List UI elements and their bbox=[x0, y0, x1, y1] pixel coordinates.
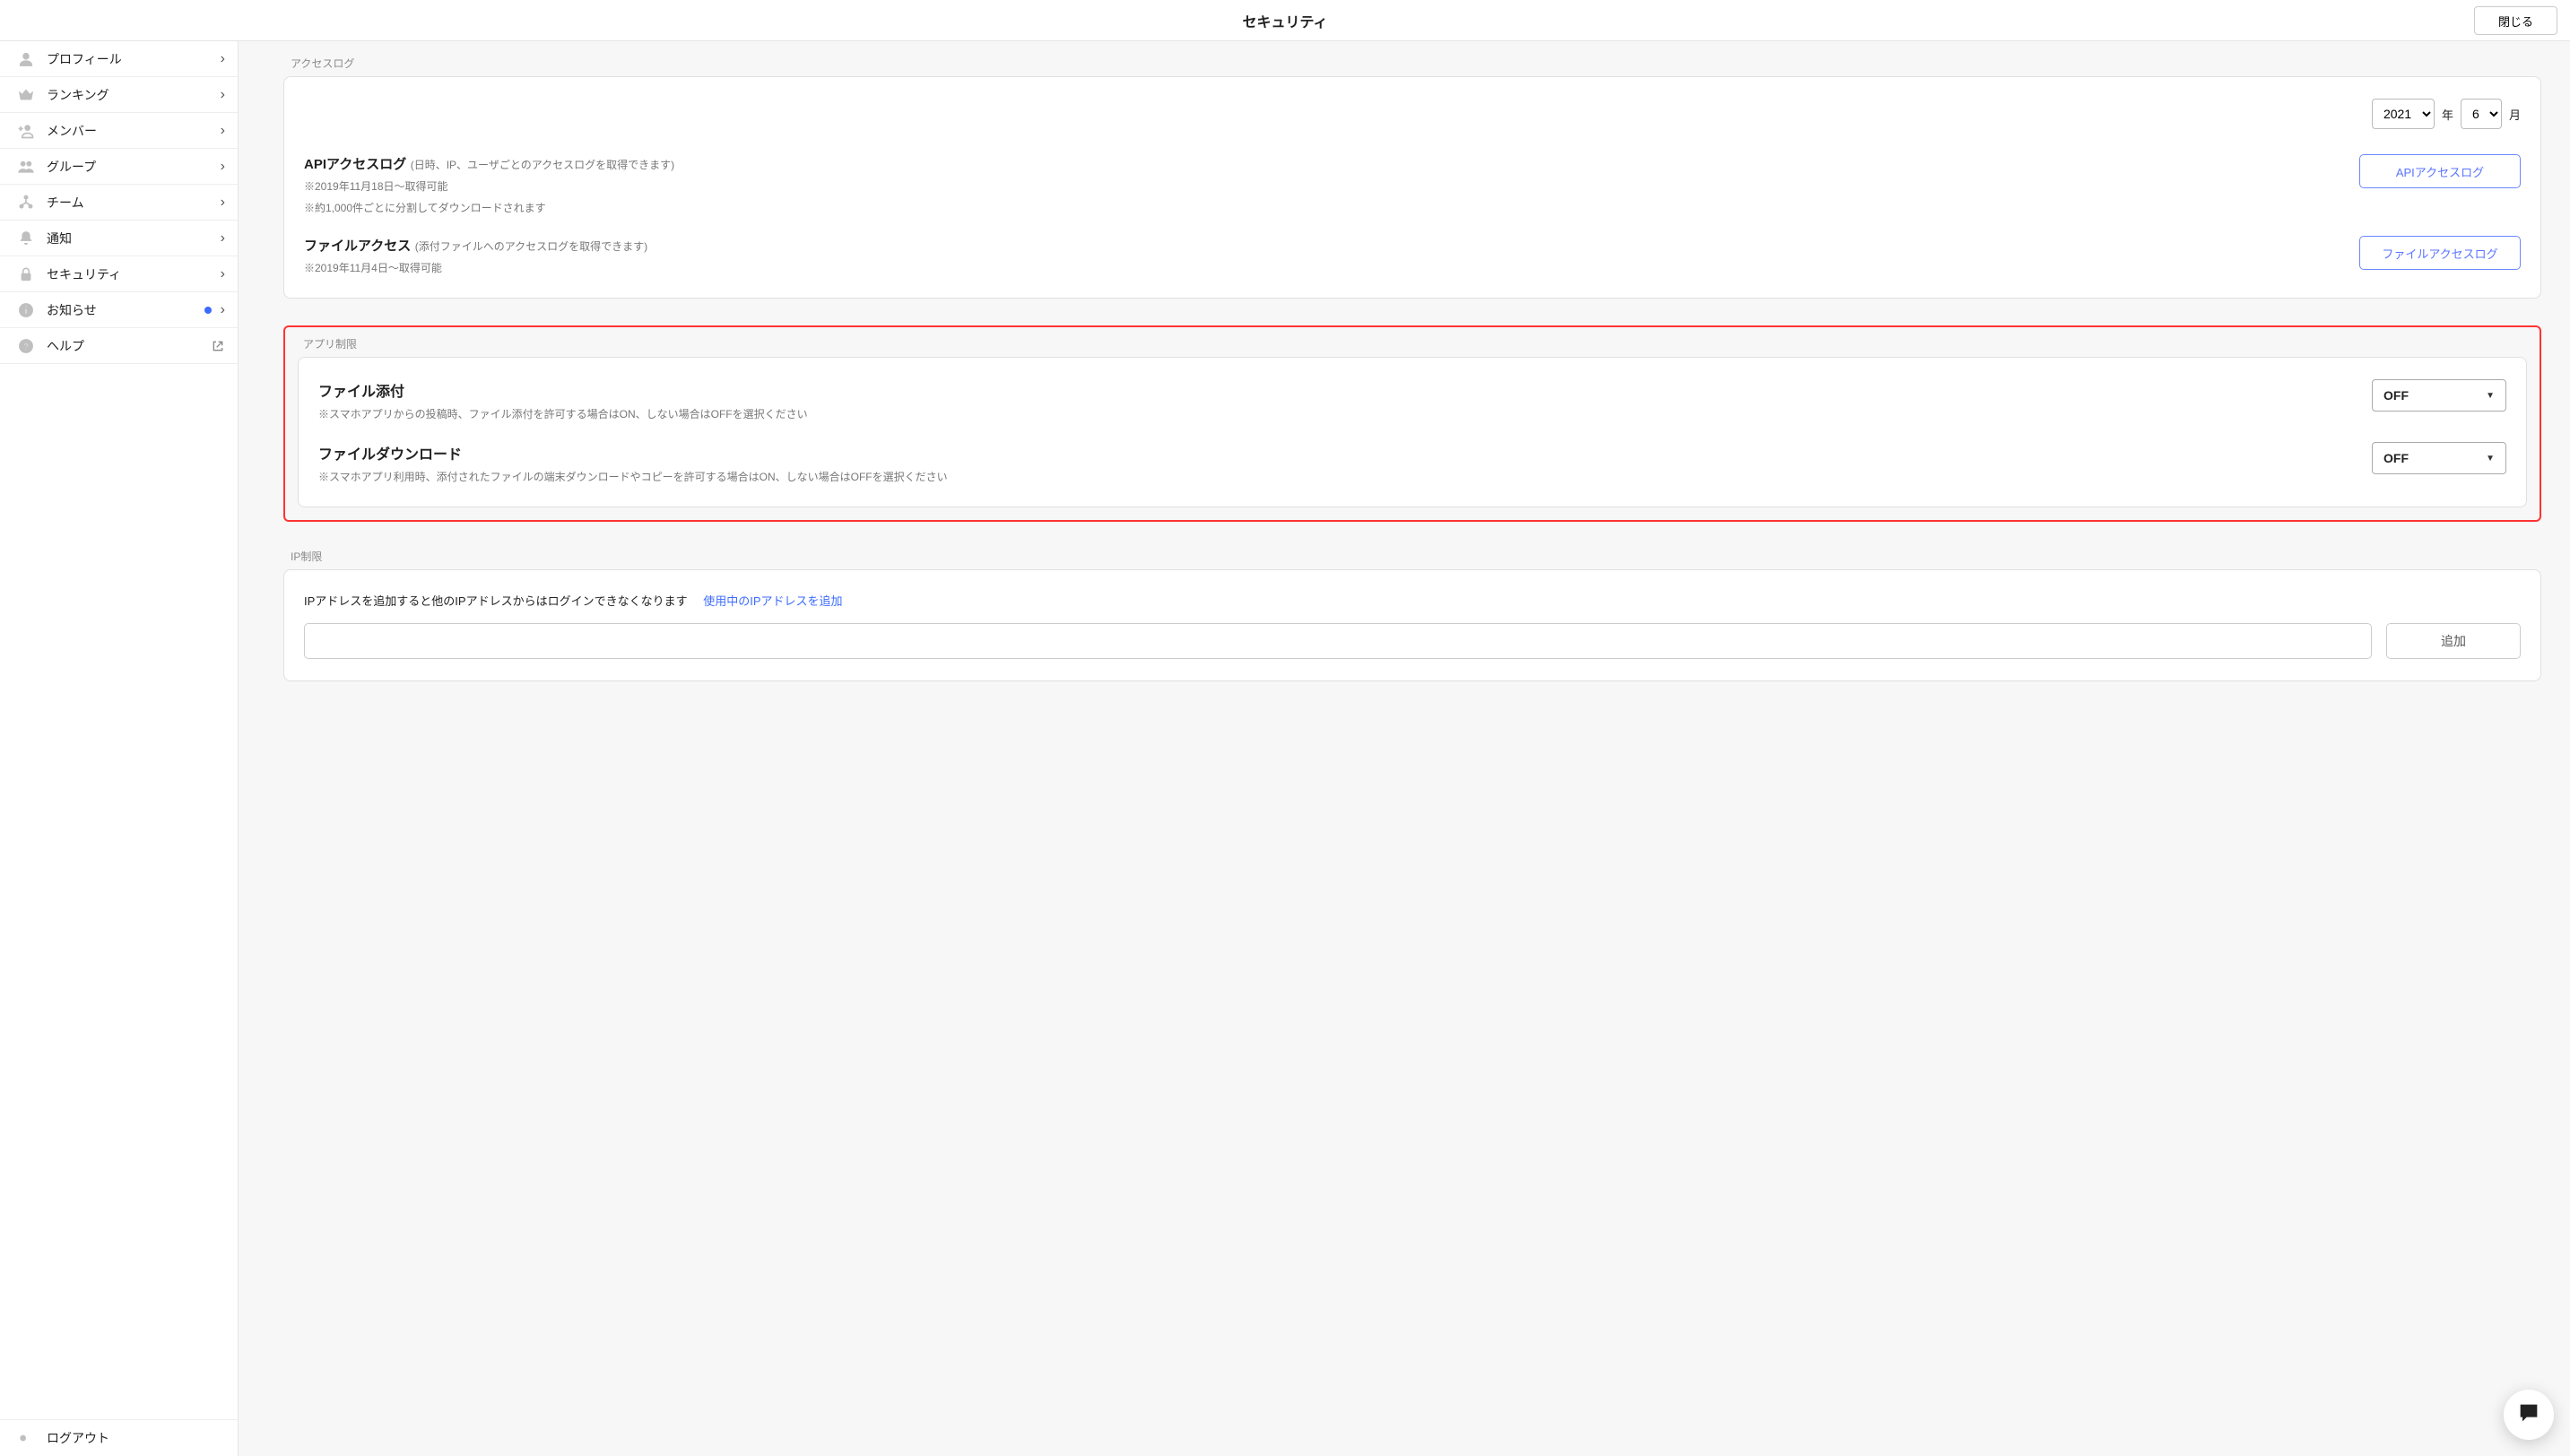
external-link-icon bbox=[211, 339, 225, 353]
lock-icon bbox=[16, 264, 36, 284]
dropdown-triangle-icon: ▼ bbox=[2486, 391, 2495, 401]
person-icon bbox=[16, 49, 36, 69]
sidebar-item-label: チーム bbox=[47, 194, 221, 212]
year-suffix: 年 bbox=[2442, 106, 2453, 123]
month-suffix: 月 bbox=[2509, 106, 2521, 123]
file-attach-value: OFF bbox=[2383, 388, 2409, 403]
sidebar-item-label: プロフィール bbox=[47, 50, 221, 68]
unread-dot-icon bbox=[204, 307, 212, 314]
chevron-right-icon: › bbox=[221, 195, 225, 211]
chevron-right-icon: › bbox=[221, 159, 225, 175]
file-access-log-button[interactable]: ファイルアクセスログ bbox=[2359, 236, 2521, 270]
sidebar-item-label: 通知 bbox=[47, 230, 221, 247]
sidebar-item-label: メンバー bbox=[47, 122, 221, 140]
sidebar-item-label: お知らせ bbox=[47, 301, 204, 319]
sidebar-item-help[interactable]: ? ヘルプ bbox=[0, 328, 238, 364]
api-log-title: APIアクセスログ bbox=[304, 157, 406, 172]
crown-icon bbox=[16, 85, 36, 105]
chat-launcher-button[interactable] bbox=[2504, 1390, 2554, 1440]
file-log-note1: ※2019年11月4日～取得可能 bbox=[304, 260, 2341, 276]
api-log-note2: ※約1,000件ごとに分割してダウンロードされます bbox=[304, 200, 2341, 216]
topbar: セキュリティ 閉じる bbox=[0, 0, 2570, 41]
sidebar-item-news[interactable]: お知らせ › bbox=[0, 292, 238, 328]
bell-icon bbox=[16, 229, 36, 248]
sidebar-item-label: セキュリティ bbox=[47, 265, 221, 283]
file-attach-title: ファイル添付 bbox=[318, 379, 2354, 401]
logout-label: ログアウト bbox=[47, 1429, 109, 1447]
sidebar-item-profile[interactable]: プロフィール › bbox=[0, 41, 238, 77]
page-title: セキュリティ bbox=[1242, 10, 1327, 31]
sidebar-item-ranking[interactable]: ランキング › bbox=[0, 77, 238, 113]
sidebar-item-label: ランキング bbox=[47, 86, 221, 104]
svg-text:?: ? bbox=[23, 342, 29, 352]
chevron-right-icon: › bbox=[221, 123, 225, 139]
close-button[interactable]: 閉じる bbox=[2474, 6, 2557, 35]
file-download-dropdown[interactable]: OFF ▼ bbox=[2372, 442, 2506, 474]
section-title: IP制限 bbox=[291, 549, 2541, 564]
file-log-title: ファイルアクセス bbox=[304, 238, 411, 254]
ip-desc: IPアドレスを追加すると他のIPアドレスからはログインできなくなります bbox=[304, 594, 688, 608]
key-icon bbox=[16, 1428, 36, 1448]
chat-icon bbox=[2516, 1400, 2541, 1430]
file-attach-dropdown[interactable]: OFF ▼ bbox=[2372, 379, 2506, 412]
api-access-log-button[interactable]: APIアクセスログ bbox=[2359, 154, 2521, 188]
main-content: アクセスログ 2021 年 6 月 APIアクセスロ bbox=[239, 41, 2570, 1456]
section-title: アプリ制限 bbox=[303, 336, 2527, 351]
ip-use-current-link[interactable]: 使用中のIPアドレスを追加 bbox=[703, 594, 842, 608]
sidebar-item-team[interactable]: チーム › bbox=[0, 185, 238, 221]
api-log-title-desc: (日時、IP、ユーザごとのアクセスログを取得できます) bbox=[411, 159, 674, 171]
org-icon bbox=[16, 193, 36, 212]
sidebar-item-security[interactable]: セキュリティ › bbox=[0, 256, 238, 292]
file-download-title: ファイルダウンロード bbox=[318, 442, 2354, 464]
chevron-right-icon: › bbox=[221, 266, 225, 282]
month-select[interactable]: 6 bbox=[2461, 99, 2502, 129]
file-attach-note: ※スマホアプリからの投稿時、ファイル添付を許可する場合はON、しない場合はOFF… bbox=[318, 406, 2354, 422]
logout-button[interactable]: ログアウト bbox=[0, 1420, 238, 1456]
sidebar: プロフィール › ランキング › メンバー › bbox=[0, 41, 239, 1456]
sidebar-item-label: グループ bbox=[47, 158, 221, 176]
chevron-right-icon: › bbox=[221, 230, 225, 247]
section-ip-restriction: IP制限 IPアドレスを追加すると他のIPアドレスからはログインできなくなります… bbox=[283, 549, 2541, 681]
sidebar-item-notify[interactable]: 通知 › bbox=[0, 221, 238, 256]
section-title: アクセスログ bbox=[291, 56, 2541, 71]
file-log-title-desc: (添付ファイルへのアクセスログを取得できます) bbox=[415, 240, 647, 253]
sidebar-item-member[interactable]: メンバー › bbox=[0, 113, 238, 149]
sidebar-item-label: ヘルプ bbox=[47, 337, 211, 355]
add-person-icon bbox=[16, 121, 36, 141]
section-app-restriction-highlight: アプリ制限 ファイル添付 ※スマホアプリからの投稿時、ファイル添付を許可する場合… bbox=[283, 325, 2541, 522]
ip-address-input[interactable] bbox=[304, 623, 2372, 659]
ip-add-button[interactable]: 追加 bbox=[2386, 623, 2521, 659]
chevron-right-icon: › bbox=[221, 302, 225, 318]
file-download-note: ※スマホアプリ利用時、添付されたファイルの端末ダウンロードやコピーを許可する場合… bbox=[318, 469, 2354, 485]
api-log-note1: ※2019年11月18日～取得可能 bbox=[304, 178, 2341, 195]
section-access-log: アクセスログ 2021 年 6 月 APIアクセスロ bbox=[283, 56, 2541, 299]
year-select[interactable]: 2021 bbox=[2372, 99, 2435, 129]
people-icon bbox=[16, 157, 36, 177]
chevron-right-icon: › bbox=[221, 51, 225, 67]
question-icon: ? bbox=[16, 336, 36, 356]
file-download-value: OFF bbox=[2383, 451, 2409, 465]
sidebar-item-group[interactable]: グループ › bbox=[0, 149, 238, 185]
info-icon bbox=[16, 300, 36, 320]
dropdown-triangle-icon: ▼ bbox=[2486, 454, 2495, 464]
chevron-right-icon: › bbox=[221, 87, 225, 103]
